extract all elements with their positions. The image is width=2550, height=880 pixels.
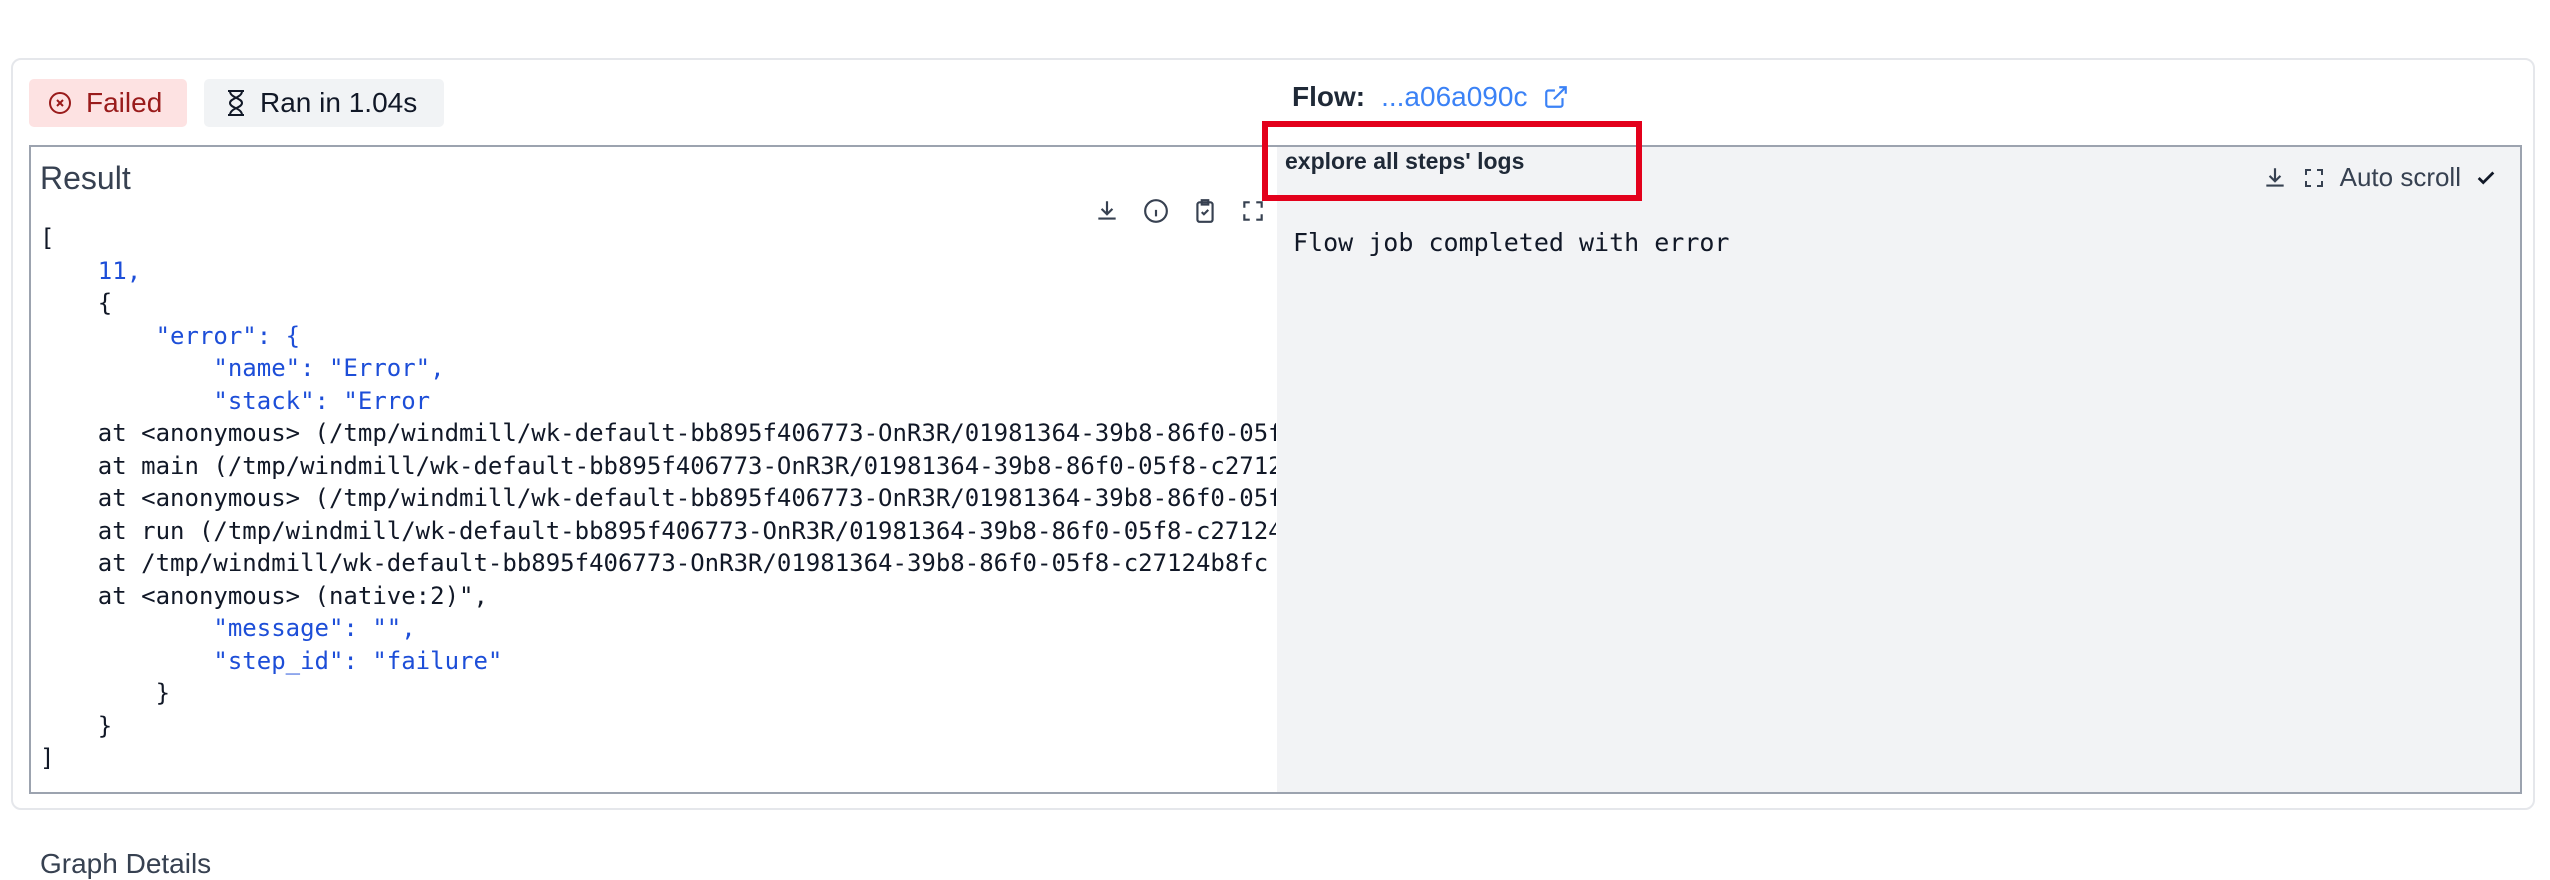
flow-label: Flow: — [1292, 81, 1366, 112]
code-line: "message": "", — [40, 614, 416, 642]
external-link-icon[interactable] — [1543, 84, 1569, 110]
code-line: [ — [40, 224, 55, 252]
code-line: at /tmp/windmill/wk-default-bb895f406773… — [40, 549, 1269, 577]
code-line: "step_id": "failure" — [40, 646, 503, 675]
code-line: "stack": "Error — [40, 386, 431, 415]
log-toolbar: Auto scroll — [2248, 162, 2497, 193]
code-line: } — [40, 711, 113, 740]
status-badge-failed: Failed — [29, 79, 187, 127]
hourglass-icon — [228, 90, 244, 116]
result-title: Result — [40, 160, 131, 196]
bottom-tabs[interactable]: Graph Details — [40, 848, 211, 880]
code-line: at <anonymous> (native:2)", — [40, 581, 488, 610]
duration-badge: Ran in 1.04s — [204, 79, 444, 127]
result-json: [ 11, { "error": { "name": "Error", "sta… — [40, 222, 1276, 792]
code-line: ] — [40, 744, 55, 772]
code-line: 11, — [40, 256, 142, 285]
download-icon[interactable] — [2262, 165, 2288, 191]
code-line: at main (/tmp/windmill/wk-default-bb895f… — [40, 451, 1276, 480]
duration-label: Ran in 1.04s — [260, 87, 418, 118]
code-line: "error": { — [40, 321, 301, 350]
code-line: at <anonymous> (/tmp/windmill/wk-default… — [97, 419, 1276, 447]
log-output: Flow job completed with error — [1293, 228, 1730, 257]
check-icon[interactable] — [2475, 167, 2497, 189]
code-line: at run (/tmp/windmill/wk-default-bb895f4… — [40, 516, 1276, 545]
auto-scroll-label[interactable]: Auto scroll — [2340, 162, 2461, 193]
code-line: at <anonymous> (/tmp/windmill/wk-default… — [97, 484, 1276, 512]
expand-icon[interactable] — [2302, 166, 2326, 190]
flow-id-row: Flow: ...a06a090c — [1292, 76, 1569, 118]
highlight-box — [1262, 121, 1642, 201]
status-badge-label: Failed — [86, 87, 163, 118]
code-line: "name": "Error", — [40, 354, 445, 382]
x-circle-icon — [49, 92, 71, 114]
code-line: } — [40, 679, 171, 707]
flow-id-link[interactable]: ...a06a090c — [1381, 81, 1527, 113]
code-line: { — [40, 289, 113, 317]
